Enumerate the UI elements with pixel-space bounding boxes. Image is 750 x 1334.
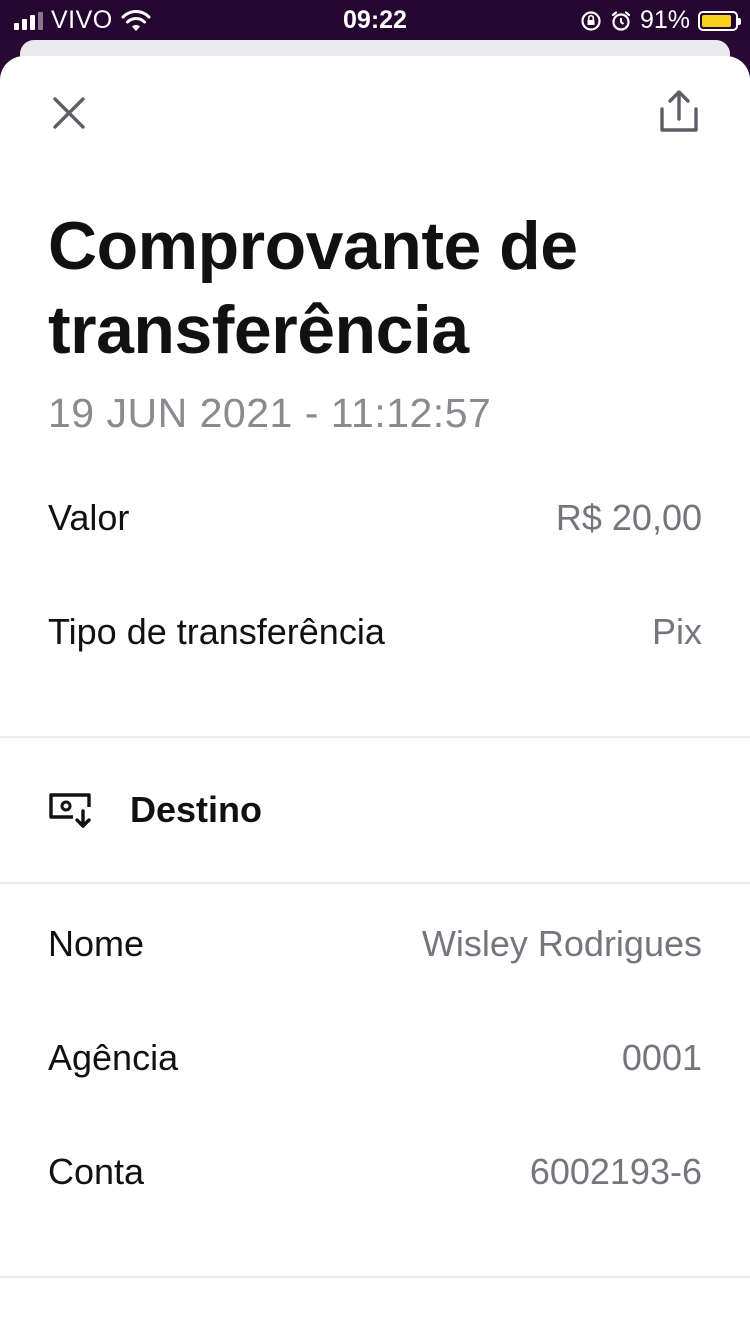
status-right: 91% (580, 6, 741, 35)
name-label: Nome (48, 923, 145, 964)
transfer-type-row: Tipo de transferência Pix (48, 602, 702, 662)
agency-label: Agência (48, 1037, 179, 1078)
destination-icon (49, 793, 91, 828)
transfer-date: 19 JUN 2021 - 11:12:57 (48, 390, 492, 436)
share-button[interactable] (654, 84, 704, 138)
alarm-icon (611, 10, 631, 31)
divider (0, 882, 750, 884)
share-icon (660, 90, 698, 132)
name-row: Nome Wisley Rodrigues (48, 914, 702, 974)
status-bar: VIVO 09:22 91% (0, 0, 750, 40)
amount-value: R$ 20,00 (555, 497, 702, 538)
amount-row: Valor R$ 20,00 (48, 488, 702, 548)
account-row: Conta 6002193-6 (48, 1142, 702, 1202)
name-value: Wisley Rodrigues (421, 923, 702, 964)
account-value: 6002193-6 (529, 1151, 702, 1192)
battery-level (702, 14, 732, 27)
agency-row: Agência 0001 (48, 1028, 702, 1088)
close-icon (53, 97, 85, 129)
divider (0, 736, 750, 738)
divider (0, 1276, 750, 1278)
destination-label: Destino (130, 789, 263, 830)
rotation-lock-icon (581, 10, 601, 31)
agency-value: 0001 (621, 1037, 702, 1078)
account-label: Conta (48, 1151, 145, 1192)
page-title: Comprovante de transferência (48, 208, 578, 368)
close-button[interactable] (44, 88, 94, 138)
battery-icon (698, 10, 741, 31)
transfer-type-label: Tipo de transferência (48, 611, 385, 652)
amount-label: Valor (48, 497, 130, 538)
transfer-type-value: Pix (651, 611, 702, 652)
destination-section-header: Destino (48, 780, 262, 840)
battery-percent: 91% (639, 6, 690, 34)
receipt-sheet: Comprovante de transferência 19 JUN 2021… (0, 56, 750, 1334)
